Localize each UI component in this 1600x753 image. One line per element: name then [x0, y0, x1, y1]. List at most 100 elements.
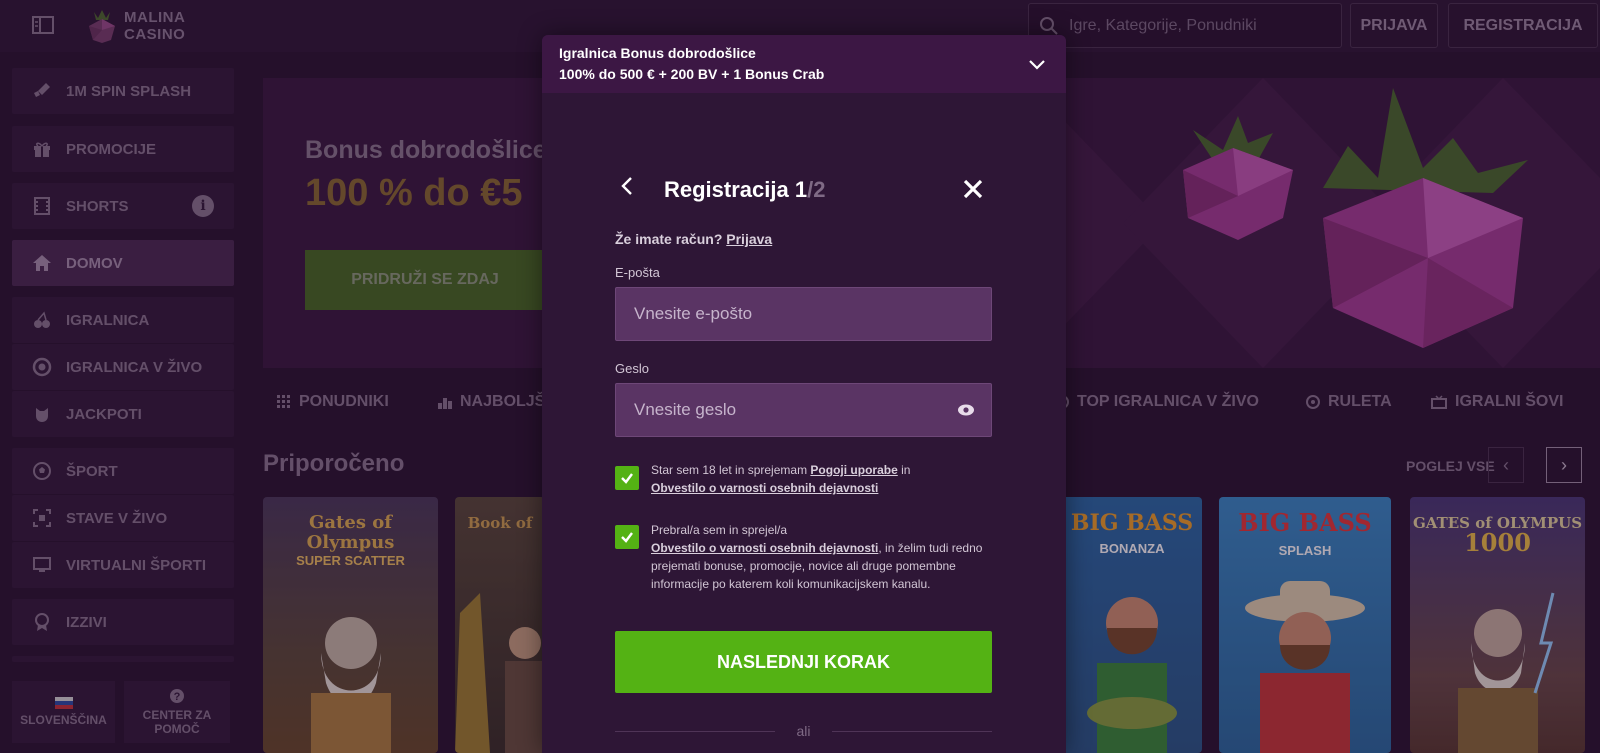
game-subtitle: BONANZA: [1099, 541, 1165, 556]
registration-title-text: Registracija 1: [664, 177, 808, 202]
sidebar-item-virtualni-sporti[interactable]: VIRTUALNI ŠPORTI: [12, 542, 234, 588]
sidebar-item-igralnica-v-zivo[interactable]: IGRALNICA V ŽIVO: [12, 344, 234, 390]
raspberry-logo-icon: [89, 10, 115, 43]
marketing-consent-text: Prebral/a sem in sprejel/a Obvestilo o v…: [651, 521, 991, 593]
game-tile-book-of[interactable]: Book of: [455, 497, 545, 753]
sidebar-item-label: JACKPOTI: [66, 405, 142, 423]
zeus-figure-icon: [310, 617, 391, 753]
chevron-left-icon: [621, 177, 632, 195]
rocket-icon: [32, 81, 52, 101]
checkmark-icon: [621, 532, 633, 543]
podium-icon: [438, 398, 452, 409]
sidebar-item-jackpoti[interactable]: JACKPOTI: [12, 391, 234, 437]
sidebar-item-label: DOMOV: [66, 254, 123, 272]
fisherman-figure-icon: [1087, 597, 1177, 753]
game-title: Book of: [467, 514, 533, 532]
registration-modal: Igralnica Bonus dobrodošlice 100% do 500…: [542, 35, 1066, 753]
sidebar-item-promocije[interactable]: PROMOCIJE: [12, 126, 234, 172]
login-button[interactable]: PRIJAVA: [1350, 3, 1438, 48]
back-button[interactable]: [615, 172, 639, 200]
bonus-offer: 100% do 500 € + 200 BV + 1 Bonus Crab: [559, 66, 825, 82]
tv-icon: [1431, 395, 1447, 409]
sidebar-item-label: VIRTUALNI ŠPORTI: [66, 556, 207, 574]
sidebar-item-sport[interactable]: ŠPORT: [12, 448, 234, 494]
cherries-icon: [32, 310, 52, 330]
email-field[interactable]: [615, 287, 992, 341]
view-all-link[interactable]: POGLEJ VSE: [1406, 458, 1495, 474]
show-password-eye-icon[interactable]: [957, 403, 975, 417]
category-igralni-sovi[interactable]: IGRALNI ŠOVI: [1431, 393, 1563, 411]
chevron-left-icon: ‹: [1503, 454, 1509, 475]
logo-text-line1: MALINA: [124, 9, 186, 26]
password-field[interactable]: [615, 383, 992, 437]
pig-icon: [32, 404, 52, 424]
marketing-consent-checkbox[interactable]: [615, 525, 639, 549]
category-label: PONUDNIKI: [299, 393, 389, 410]
join-now-button[interactable]: PRIDRUŽI SE ZDAJ: [305, 250, 545, 310]
next-step-button[interactable]: NASLEDNJI KORAK: [615, 631, 992, 693]
svg-text:?: ?: [174, 691, 181, 703]
sidebar-item-shorts[interactable]: SHORTS i: [12, 183, 234, 229]
explorer-figure-icon: [455, 593, 545, 753]
info-icon[interactable]: i: [192, 195, 214, 217]
sidebar-item-1m-spin-splash[interactable]: 1M SPIN SPLASH: [12, 68, 234, 114]
register-button[interactable]: REGISTRACIJA: [1448, 3, 1598, 48]
roulette-icon: [1306, 395, 1320, 409]
category-label: RULETA: [1328, 393, 1392, 410]
privacy-notice-link-2[interactable]: Obvestilo o varnosti osebnih dejavnosti: [651, 541, 878, 555]
sidebar-item-igralnica[interactable]: IGRALNICA: [12, 297, 234, 343]
category-top-igralnica-v-zivo[interactable]: TOP IGRALNICA V ŽIVO: [1055, 393, 1259, 411]
terms-of-use-link[interactable]: Pogoji uporabe: [810, 463, 897, 477]
category-label: TOP IGRALNICA V ŽIVO: [1077, 393, 1259, 410]
game-subtitle: SPLASH: [1278, 543, 1332, 558]
welcome-bonus-header[interactable]: Igralnica Bonus dobrodošlice 100% do 500…: [542, 35, 1066, 93]
malina-logo[interactable]: MALINA CASINO: [86, 6, 206, 46]
game-tile-gates-of-olympus-super-scatter[interactable]: Gates of Olympus SUPER SCATTER: [263, 497, 438, 753]
sidebar-item-izzivi[interactable]: IZZIVI: [12, 599, 234, 645]
hero-title: Bonus dobrodošlice: [305, 136, 547, 164]
zeus-figure-icon: [1457, 592, 1554, 753]
category-ponudniki[interactable]: PONUDNIKI: [277, 393, 389, 411]
home-icon: [32, 253, 52, 273]
divider-text: ali: [796, 723, 811, 739]
grid-icon: [277, 395, 290, 408]
gift-icon: [32, 139, 52, 159]
bonus-title: Igralnica Bonus dobrodošlice: [559, 45, 756, 61]
consent1-prefix: Star sem 18 let in sprejemam: [651, 463, 808, 477]
sidebar-item-domov[interactable]: DOMOV: [12, 240, 234, 286]
privacy-notice-link[interactable]: Obvestilo o varnosti osebnih dejavnosti: [651, 481, 878, 495]
game-tile-gates-of-olympus-1000[interactable]: GATES of OLYMPUS 1000: [1410, 497, 1585, 753]
sidebar-toggle-icon[interactable]: [30, 12, 56, 38]
search-box[interactable]: [1028, 3, 1342, 48]
carousel-next-button[interactable]: ›: [1546, 447, 1582, 483]
hero-amount: 100 % do €5: [305, 172, 523, 214]
live-icon: [32, 508, 52, 528]
have-account-text: Že imate račun? Prijava: [615, 231, 772, 247]
game-tile-big-bass-splash[interactable]: BIG BASS SPLASH: [1219, 497, 1391, 753]
email-input[interactable]: [634, 304, 954, 324]
category-najboljse[interactable]: NAJBOLJŠ: [438, 393, 545, 411]
slovenia-flag-icon: [54, 697, 73, 709]
game-tile-big-bass-bonanza[interactable]: BIG BASS BONANZA: [1062, 497, 1202, 753]
sidebar-item-stave-v-zivo[interactable]: STAVE V ŽIVO: [12, 495, 234, 541]
password-input[interactable]: [634, 400, 954, 420]
close-button[interactable]: [960, 176, 986, 202]
login-link[interactable]: Prijava: [726, 231, 772, 247]
or-divider: ali: [615, 721, 992, 741]
badge-icon: [32, 612, 52, 632]
sidebar-item-label: IZZIVI: [66, 613, 107, 631]
password-label: Geslo: [615, 361, 649, 376]
consent1-mid: in: [901, 463, 911, 477]
chevron-down-icon[interactable]: [1026, 53, 1048, 75]
search-input[interactable]: [1069, 16, 1329, 35]
game-title: Gates of Olympus: [306, 512, 395, 553]
help-center-button[interactable]: ? CENTER ZA POMOČ: [124, 681, 230, 743]
close-icon: [963, 179, 983, 199]
cowboy-fisherman-figure-icon: [1245, 581, 1365, 753]
sidebar-item-label: PROMOCIJE: [66, 140, 157, 158]
age-terms-checkbox[interactable]: [615, 466, 639, 490]
category-ruleta[interactable]: RULETA: [1306, 393, 1392, 411]
language-selector[interactable]: SLOVENŠČINA: [12, 681, 115, 743]
sidebar-item-label: STAVE V ŽIVO: [66, 509, 168, 527]
carousel-prev-button[interactable]: ‹: [1488, 447, 1524, 483]
